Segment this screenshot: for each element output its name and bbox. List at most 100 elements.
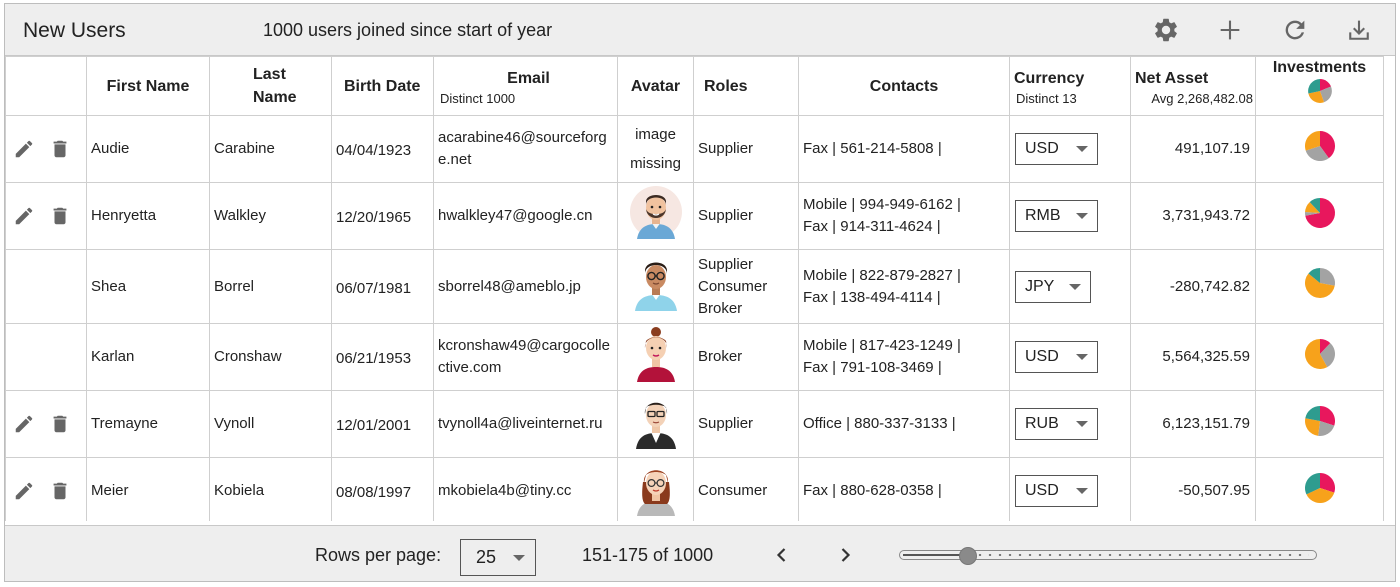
header-summary: Avg 2,268,482.08 [1151,90,1253,106]
header-currency[interactable]: Currency Distinct 13 [1009,56,1131,116]
header-birth-date[interactable]: Birth Date [331,56,434,116]
row-actions [5,249,87,324]
edit-icon[interactable] [13,413,35,435]
cell-birth-date[interactable]: 12/01/2001 [331,390,434,458]
cell-email[interactable]: mkobiela4b@tiny.cc [433,457,618,521]
cell-roles[interactable]: Consumer [693,457,799,521]
cell-email[interactable]: tvynoll4a@liveinternet.ru [433,390,618,458]
cell-birth-date[interactable]: 08/08/1997 [331,457,434,521]
delete-icon[interactable] [49,205,71,227]
header-label: First Name [106,77,190,95]
avatar [636,469,675,516]
header-first-name[interactable]: First Name [86,56,210,116]
page-slider[interactable] [899,547,1317,565]
cell-contacts[interactable]: Fax | 561-214-5808 | [798,115,1010,183]
cell-contacts[interactable]: Mobile | 817-423-1249 | Fax | 791-108-346… [798,323,1010,391]
currency-value: RUB [1025,415,1059,432]
currency-select[interactable]: RUB [1015,408,1098,440]
cell-last-name[interactable]: Carabine [209,115,332,183]
table-row[interactable]: Audie Carabine 04/04/1923 acarabine46@sourc… [5,115,1384,183]
cell-roles[interactable]: Supplier [693,182,799,250]
header-roles[interactable]: Roles [693,56,799,116]
edit-icon[interactable] [13,205,35,227]
table-row[interactable]: Karlan Cronshaw 06/21/1953 kcronshaw49@carg… [5,323,1384,391]
delete-icon[interactable] [49,138,71,160]
cell-last-name[interactable]: Kobiela [209,457,332,521]
table-row[interactable]: Meier Kobiela 08/08/1997 mkobiela4b@tiny.cc… [5,457,1384,521]
cell-email[interactable]: sborrel48@ameblo.jp [433,249,618,324]
cell-last-name[interactable]: Cronshaw [209,323,332,391]
cell-contacts[interactable]: Fax | 880-628-0358 | [798,457,1010,521]
contact-line: Office | 880-337-3133 | [803,415,956,432]
delete-icon[interactable] [49,413,71,435]
plus-icon[interactable] [1216,16,1244,44]
avatar [635,402,676,449]
cell-investments [1255,390,1384,458]
cell-birth-date[interactable]: 12/20/1965 [331,182,434,250]
currency-value: USD [1025,482,1059,499]
cell-first-name[interactable]: Shea [86,249,210,324]
refresh-icon[interactable] [1281,16,1309,44]
pie-slice-orange [1304,417,1320,436]
cell-email[interactable]: kcronshaw49@cargocollective.com [433,323,618,391]
header-avatar[interactable]: Avatar [617,56,694,116]
edit-icon[interactable] [13,138,35,160]
role-label: Supplier [698,255,754,273]
role-label: Supplier [698,140,754,157]
currency-select[interactable]: USD [1015,475,1098,507]
cell-net-asset[interactable]: 3,731,943.72 [1130,182,1256,250]
cell-last-name[interactable]: Vynoll [209,390,332,458]
cell-net-asset[interactable]: 6,123,151.79 [1130,390,1256,458]
cell-net-asset[interactable]: -280,742.82 [1130,249,1256,324]
cell-net-asset[interactable]: -50,507.95 [1130,457,1256,521]
header-label: Last Name [253,66,297,106]
download-icon[interactable] [1345,16,1373,44]
header-investments[interactable]: Investments [1255,56,1384,116]
edit-icon[interactable] [13,480,35,502]
rows-per-page-value: 25 [476,547,497,567]
previous-page-button[interactable] [770,543,794,567]
cell-birth-date[interactable]: 06/07/1981 [331,249,434,324]
header-email[interactable]: Email Distinct 1000 [433,56,618,116]
cell-roles[interactable]: Broker [693,323,799,391]
header-contacts[interactable]: Contacts [798,56,1010,116]
cell-avatar: image missing [617,115,694,183]
table-row[interactable]: Tremayne Vynoll 12/01/2001 tvynoll4a@livein… [5,390,1384,458]
cell-contacts[interactable]: Mobile | 994-949-6162 | Fax | 914-311-462… [798,182,1010,250]
table-row[interactable]: Shea Borrel 06/07/1981 sborrel48@ameblo.jp S… [5,249,1384,324]
rows-per-page-select[interactable]: 25 [460,539,536,576]
cell-last-name[interactable]: Borrel [209,249,332,324]
next-page-button[interactable] [833,543,857,567]
cell-email[interactable]: acarabine46@sourceforge.net [433,115,618,183]
cell-contacts[interactable]: Office | 880-337-3133 | [798,390,1010,458]
cell-roles[interactable]: Supplier Consumer Broker [693,249,799,324]
pie-slice-gray [1319,268,1335,286]
cell-birth-date[interactable]: 04/04/1923 [331,115,434,183]
cell-birth-date[interactable]: 06/21/1953 [331,323,434,391]
cell-email[interactable]: hwalkley47@google.cn [433,182,618,250]
cell-contacts[interactable]: Mobile | 822-879-2827 | Fax | 138-494-411… [798,249,1010,324]
cell-last-name[interactable]: Walkley [209,182,332,250]
cell-net-asset[interactable]: 5,564,325.59 [1130,323,1256,391]
currency-select[interactable]: JPY [1015,270,1091,303]
cell-first-name[interactable]: Karlan [86,323,210,391]
header-last-name[interactable]: Last Name [209,56,332,116]
currency-select[interactable]: USD [1015,341,1098,373]
grid-subtitle: 1000 users joined since start of year [263,20,553,40]
cell-first-name[interactable]: Meier [86,457,210,521]
header-net-asset[interactable]: Net Asset Avg 2,268,482.08 [1130,56,1256,116]
slider-thumb[interactable] [959,547,977,565]
cell-roles[interactable]: Supplier [693,115,799,183]
gear-icon[interactable] [1152,16,1180,44]
cell-roles[interactable]: Supplier [693,390,799,458]
delete-icon[interactable] [49,480,71,502]
currency-select[interactable]: USD [1015,133,1098,165]
cell-first-name[interactable]: Audie [86,115,210,183]
cell-net-asset[interactable]: 491,107.19 [1130,115,1256,183]
avatar [629,185,682,239]
cell-first-name[interactable]: Henryetta [86,182,210,250]
cell-first-name[interactable]: Tremayne [86,390,210,458]
table-row[interactable]: Henryetta Walkley 12/20/1965 hwalkley47@goo… [5,182,1384,250]
currency-select[interactable]: RMB [1015,200,1098,232]
cell-avatar [617,249,694,324]
